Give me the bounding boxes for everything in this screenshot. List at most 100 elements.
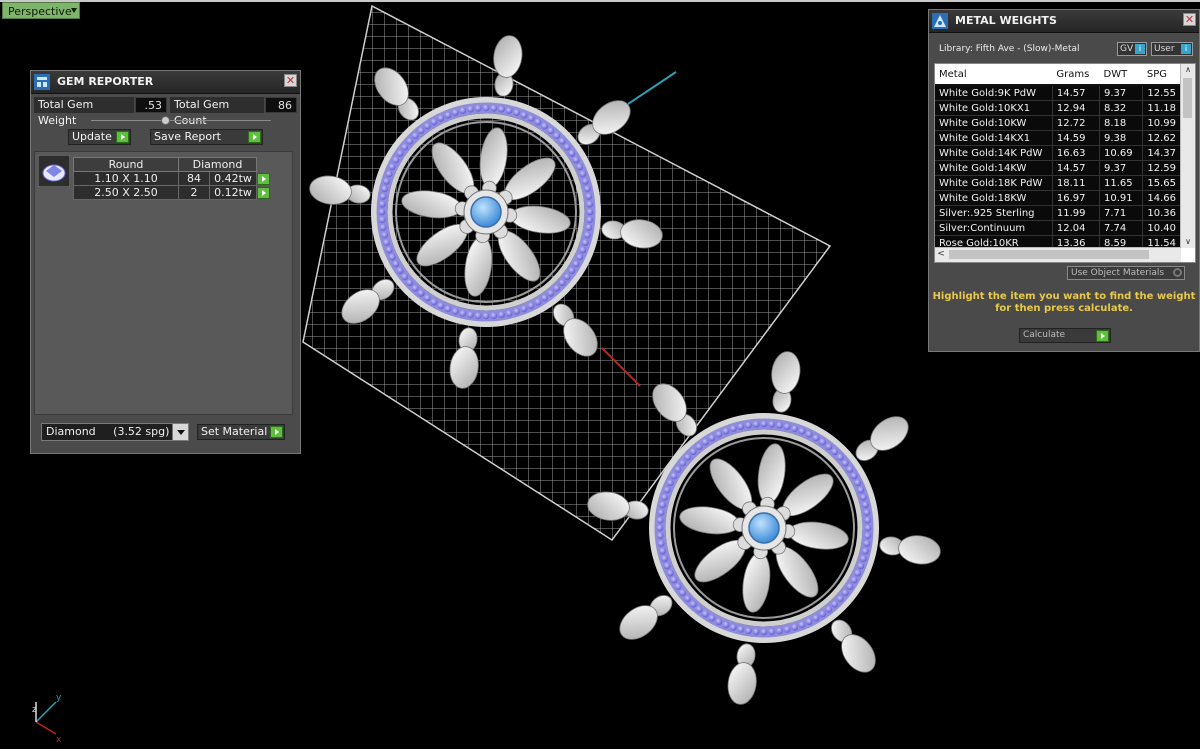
wheel-handle bbox=[619, 595, 673, 640]
material-select-value: Diamond (3.52 spg) bbox=[46, 425, 170, 438]
metal-grams: 14.57 bbox=[1052, 85, 1101, 101]
metal-column-header[interactable]: Metal bbox=[935, 64, 1053, 86]
metal-name: White Gold:9K PdW bbox=[935, 85, 1053, 101]
metal-row[interactable]: White Gold:10KW 12.72 8.18 10.99 bbox=[935, 115, 1181, 131]
play-arrow-icon[interactable] bbox=[257, 172, 270, 185]
material-select[interactable]: Diamond (3.52 spg) bbox=[41, 423, 189, 441]
metal-dwt: 10.69 bbox=[1099, 145, 1144, 161]
metal-row[interactable]: White Gold:18K PdW 18.11 11.65 15.65 bbox=[935, 175, 1181, 191]
scroll-left-icon[interactable]: < bbox=[935, 248, 947, 262]
play-arrow-icon bbox=[248, 131, 261, 143]
metal-spg: 10.40 bbox=[1142, 220, 1181, 236]
metal-table-frame: Metal Grams DWT SPG White Gold:9K PdW 14.… bbox=[934, 63, 1196, 263]
metal-spg: 11.18 bbox=[1142, 100, 1181, 116]
update-button[interactable]: Update bbox=[68, 129, 131, 145]
metal-spg: 10.99 bbox=[1142, 115, 1181, 131]
info-icon: i bbox=[1135, 44, 1145, 54]
panel-divider bbox=[91, 120, 271, 121]
dwt-column-header[interactable]: DWT bbox=[1099, 64, 1143, 86]
gem-list-area: Round Diamond 1.10 X 1.10 84 0.42tw 2.50… bbox=[34, 151, 293, 415]
metal-name: Silver:.925 Sterling bbox=[935, 205, 1053, 221]
metal-row[interactable]: White Gold:14KW 14.57 9.37 12.59 bbox=[935, 160, 1181, 176]
metal-name: White Gold:14KX1 bbox=[935, 130, 1053, 146]
gem-row[interactable]: 1.10 X 1.10 84 0.42tw bbox=[73, 171, 274, 186]
metal-row[interactable]: White Gold:9K PdW 14.57 9.37 12.55 bbox=[935, 85, 1181, 101]
svg-text:y: y bbox=[56, 693, 62, 703]
set-material-button[interactable]: Set Material bbox=[197, 424, 285, 440]
scroll-down-icon[interactable]: ∨ bbox=[1181, 236, 1195, 248]
metal-grams: 14.59 bbox=[1052, 130, 1101, 146]
scroll-up-icon[interactable]: ∧ bbox=[1181, 64, 1195, 76]
metal-spg: 10.36 bbox=[1142, 205, 1181, 221]
gem-count: 84 bbox=[178, 171, 210, 186]
gem-size: 2.50 X 2.50 bbox=[73, 185, 179, 200]
metal-name: White Gold:14KW bbox=[935, 160, 1053, 176]
metal-row[interactable]: White Gold:14KX1 14.59 9.38 12.62 bbox=[935, 130, 1181, 146]
metal-name: Silver:Continuum bbox=[935, 220, 1053, 236]
metal-row[interactable]: Silver:.925 Sterling 11.99 7.71 10.36 bbox=[935, 205, 1181, 221]
viewport-perspective-dropdown[interactable]: Perspective bbox=[2, 2, 80, 19]
metal-grams: 11.99 bbox=[1052, 205, 1101, 221]
vertical-scrollbar[interactable]: ∧ ∨ bbox=[1180, 64, 1195, 248]
grams-column-header[interactable]: Grams bbox=[1052, 64, 1100, 86]
metal-weights-titlebar[interactable]: METAL WEIGHTS ✕ bbox=[929, 10, 1199, 33]
chevron-down-icon bbox=[71, 8, 77, 13]
total-gem-weight-label: Total Gem Weight bbox=[34, 97, 134, 127]
calculate-label: Calculate bbox=[1023, 330, 1066, 340]
play-arrow-icon bbox=[1096, 330, 1109, 342]
scroll-thumb[interactable] bbox=[1183, 78, 1192, 118]
metal-grams: 14.57 bbox=[1052, 160, 1101, 176]
metal-spg: 12.62 bbox=[1142, 130, 1181, 146]
chevron-down-icon bbox=[172, 424, 188, 440]
calculate-hint: Highlight the item you want to find the … bbox=[932, 291, 1196, 314]
metal-name: White Gold:18KW bbox=[935, 190, 1053, 206]
horizontal-scrollbar[interactable]: < bbox=[935, 247, 1181, 262]
metal-spg: 12.59 bbox=[1142, 160, 1181, 176]
metal-grams: 12.94 bbox=[1052, 100, 1101, 116]
gem-table: Round Diamond 1.10 X 1.10 84 0.42tw 2.50… bbox=[73, 157, 274, 200]
divider-knob[interactable] bbox=[161, 116, 170, 125]
gem-reporter-icon bbox=[34, 74, 50, 90]
gem-reporter-titlebar[interactable]: GEM REPORTER ✕ bbox=[31, 71, 300, 94]
use-object-materials-label: Use Object Materials bbox=[1071, 268, 1165, 278]
play-arrow-icon[interactable] bbox=[257, 186, 270, 199]
metal-grams: 12.04 bbox=[1052, 220, 1101, 236]
wheel-handle bbox=[727, 643, 757, 705]
metal-grams: 18.11 bbox=[1052, 175, 1101, 191]
save-report-button[interactable]: Save Report bbox=[150, 129, 263, 145]
spg-column-header[interactable]: SPG bbox=[1142, 64, 1181, 86]
use-object-materials-button[interactable]: Use Object Materials bbox=[1067, 266, 1185, 280]
close-icon[interactable]: ✕ bbox=[1183, 13, 1196, 26]
gem-row[interactable]: 2.50 X 2.50 2 0.12tw bbox=[73, 185, 274, 200]
metal-name: White Gold:10KX1 bbox=[935, 100, 1053, 116]
hscroll-thumb[interactable] bbox=[949, 250, 1149, 259]
close-icon[interactable]: ✕ bbox=[284, 74, 297, 87]
wheel-handle bbox=[831, 619, 876, 673]
total-gem-weight-value: .53 bbox=[135, 97, 167, 113]
metal-row[interactable]: Silver:Continuum 12.04 7.74 10.40 bbox=[935, 220, 1181, 236]
metal-grams: 16.97 bbox=[1052, 190, 1101, 206]
total-gem-count-value: 86 bbox=[265, 97, 297, 113]
svg-text:x: x bbox=[56, 735, 62, 745]
axis-gizmo: x y z bbox=[32, 693, 62, 745]
calculate-button[interactable]: Calculate bbox=[1019, 328, 1111, 343]
user-toggle[interactable]: User i bbox=[1151, 42, 1193, 56]
metal-spg: 12.55 bbox=[1142, 85, 1181, 101]
gem-weight: 0.12tw bbox=[209, 185, 257, 200]
metal-row[interactable]: White Gold:14K PdW 16.63 10.69 14.37 bbox=[935, 145, 1181, 161]
metal-dwt: 8.18 bbox=[1099, 115, 1144, 131]
viewport-label: Perspective bbox=[8, 5, 72, 18]
metal-table-body: White Gold:9K PdW 14.57 9.37 12.55 White Gol… bbox=[935, 85, 1181, 251]
metal-spg: 14.66 bbox=[1142, 190, 1181, 206]
metal-row[interactable]: White Gold:10KX1 12.94 8.32 11.18 bbox=[935, 100, 1181, 116]
metal-spg: 14.37 bbox=[1142, 145, 1181, 161]
gv-toggle[interactable]: GV i bbox=[1117, 42, 1147, 56]
y-axis-line bbox=[627, 71, 677, 105]
metal-row[interactable]: White Gold:18KW 16.97 10.91 14.66 bbox=[935, 190, 1181, 206]
metal-grams: 12.72 bbox=[1052, 115, 1101, 131]
metal-dwt: 7.74 bbox=[1099, 220, 1144, 236]
gem-weight: 0.42tw bbox=[209, 171, 257, 186]
set-material-label: Set Material bbox=[201, 425, 268, 438]
metal-weights-icon bbox=[932, 13, 948, 29]
metal-dwt: 9.37 bbox=[1099, 160, 1144, 176]
